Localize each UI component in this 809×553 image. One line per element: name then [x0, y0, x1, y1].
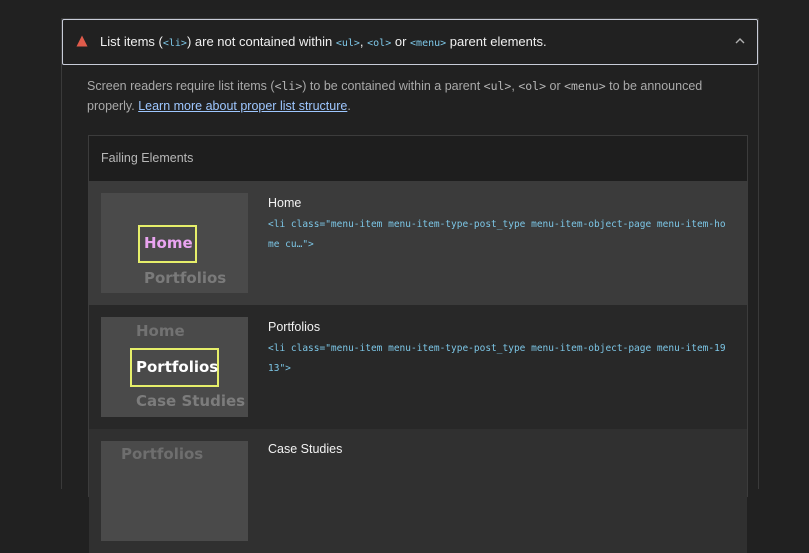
failing-elements-title: Failing Elements — [101, 151, 194, 165]
thumb-above-label: Portfolios — [121, 445, 204, 463]
chevron-up-icon[interactable] — [733, 34, 747, 48]
thumb-below-label: Case Studies — [136, 392, 246, 410]
element-thumbnail: Home Portfolios — [101, 193, 248, 293]
element-name: Case Studies — [268, 442, 343, 456]
thumb-below-label: Portfolios — [144, 269, 227, 287]
element-thumbnail: Portfolios — [101, 441, 248, 541]
element-code: <li class="menu-item menu-item-type-post… — [268, 219, 726, 250]
warning-icon — [76, 35, 88, 47]
failing-elements-panel: Failing Elements Home Portfolios Home <l… — [88, 135, 748, 553]
failing-element-row[interactable]: Home Portfolios Home <li class="menu-ite… — [89, 181, 747, 305]
thumb-above-label: Home — [136, 322, 185, 340]
issue-header[interactable]: List items (<li>) are not contained with… — [62, 19, 758, 65]
element-name: Portfolios — [268, 320, 321, 334]
learn-more-link[interactable]: Learn more about proper list structure — [138, 99, 347, 113]
thumb-primary-label: Portfolios — [136, 358, 219, 376]
element-code: <li class="menu-item menu-item-type-post… — [268, 343, 726, 374]
issue-description: Screen readers require list items (<li>)… — [87, 79, 703, 113]
thumb-primary-label: Home — [144, 234, 193, 252]
audit-issue-card: List items (<li>) are not contained with… — [61, 18, 759, 553]
element-thumbnail: Home Portfolios Case Studies — [101, 317, 248, 417]
element-name: Home — [268, 196, 302, 210]
failing-element-row[interactable]: Home Portfolios Case Studies Portfolios … — [89, 305, 747, 429]
issue-title: List items (<li>) are not contained with… — [100, 34, 547, 49]
failing-element-row[interactable]: Portfolios Case Studies — [89, 429, 747, 553]
